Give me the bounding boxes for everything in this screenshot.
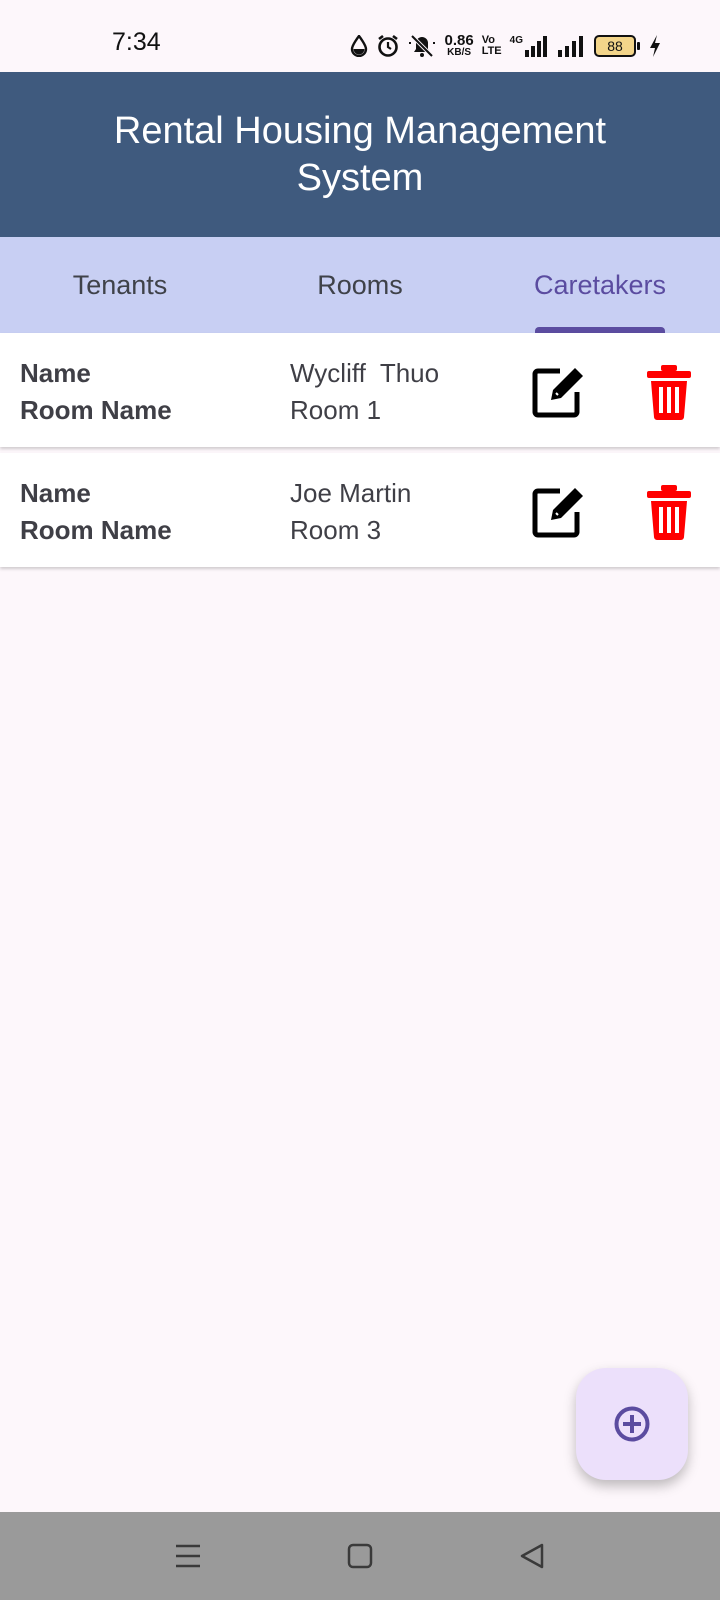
edit-icon — [532, 368, 583, 418]
signal-4g: 4G — [510, 35, 548, 57]
home-square-icon — [347, 1543, 373, 1569]
room-name: Room 1 — [290, 395, 382, 425]
app-header: Rental Housing Management System — [0, 72, 720, 237]
edit-button[interactable] — [530, 363, 588, 421]
room-name: Room 3 — [290, 515, 382, 545]
speed-unit: KB/S — [447, 47, 472, 58]
battery-level: 88 — [607, 38, 623, 54]
home-button[interactable] — [346, 1542, 374, 1575]
tab-caretakers[interactable]: Caretakers — [480, 237, 720, 333]
back-triangle-icon — [520, 1543, 544, 1569]
tab-caretakers-label: Caretakers — [533, 269, 667, 300]
add-circle-icon — [614, 1406, 650, 1442]
drop-icon — [351, 35, 368, 57]
tab-tenants-label: Tenants — [72, 269, 168, 300]
signal-icon — [525, 36, 547, 57]
network-speed: 0.86 KB/S — [444, 32, 474, 58]
volte-bottom: LTE — [481, 45, 502, 57]
status-bar: 7:34 0.86 KB/S Vo LTE 4G 88 — [0, 0, 720, 72]
add-caretaker-button[interactable] — [576, 1368, 688, 1480]
status-time: 7:34 — [112, 28, 161, 56]
edit-button[interactable] — [530, 483, 588, 541]
back-button[interactable] — [518, 1542, 546, 1575]
room-name-label: Room Name — [20, 515, 172, 545]
status-icons: 0.86 KB/S Vo LTE 4G 88 — [350, 30, 662, 62]
charging-icon — [650, 35, 660, 57]
tab-rooms[interactable]: Rooms — [240, 237, 480, 333]
name-label: Name — [20, 478, 91, 508]
volte-indicator: Vo LTE — [482, 35, 502, 57]
name-label: Name — [20, 358, 91, 388]
caretaker-name: Joe Martin — [290, 478, 412, 508]
delete-button[interactable] — [644, 363, 694, 421]
page-title: Rental Housing Management System — [113, 109, 607, 199]
recent-apps-button[interactable] — [174, 1542, 202, 1575]
tab-tenants[interactable]: Tenants — [0, 237, 240, 333]
network-type: 4G — [509, 35, 523, 46]
list-item: Name Room Name Joe Martin Room 3 — [0, 453, 720, 567]
tab-rooms-label: Rooms — [317, 269, 403, 300]
menu-icon — [176, 1544, 200, 1568]
alarm-icon — [378, 34, 399, 57]
trash-icon — [647, 485, 691, 540]
trash-icon — [647, 365, 691, 420]
system-nav-bar — [0, 1512, 720, 1600]
mute-bell-icon — [409, 34, 436, 58]
caretaker-list: Name Room Name Wycliff Thuo Room 1 Name … — [0, 333, 720, 573]
speed-value: 0.86 — [444, 32, 474, 49]
tab-bar: Tenants Rooms Caretakers — [0, 237, 720, 333]
room-name-label: Room Name — [20, 395, 172, 425]
list-item: Name Room Name Wycliff Thuo Room 1 — [0, 333, 720, 447]
signal-icon — [558, 36, 583, 57]
edit-icon — [532, 488, 583, 538]
delete-button[interactable] — [644, 483, 694, 541]
battery-icon: 88 — [594, 35, 640, 57]
caretaker-name: Wycliff Thuo — [290, 358, 440, 388]
